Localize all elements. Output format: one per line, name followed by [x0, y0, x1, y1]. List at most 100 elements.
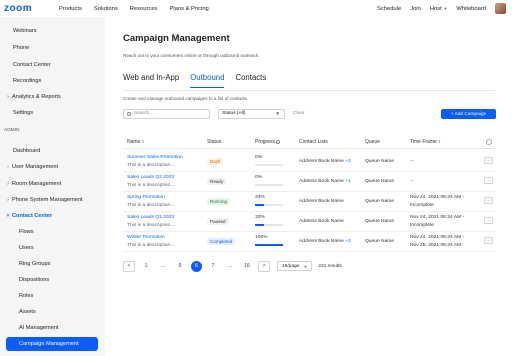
sidebar-item-label: Webinars: [13, 28, 37, 34]
nav-host[interactable]: Host ▼: [430, 6, 448, 12]
avatar[interactable]: [495, 3, 506, 14]
campaign-description: This is a description....: [127, 183, 176, 188]
sidebar-item-room-management[interactable]: › Room Management: [0, 177, 105, 191]
table-row[interactable]: Spring Promotion This is a description...…: [123, 192, 495, 212]
sidebar-item-settings[interactable]: Settings: [0, 106, 105, 120]
sidebar-item-analytics-reports[interactable]: › Analytics & Reports: [0, 90, 105, 104]
table-row[interactable]: Sales Leads Q1 2023 This is a description…: [123, 212, 495, 232]
pagination-ellipsis: ...: [227, 263, 233, 269]
page-number-button[interactable]: 7: [207, 261, 219, 272]
nav-solutions[interactable]: Solutions: [94, 6, 118, 12]
sidebar-item-label: Ring Groups: [19, 261, 51, 267]
contact-list-cell: Address Book Name +1: [299, 179, 351, 184]
main-content: Campaign Management Reach out to your co…: [105, 17, 512, 356]
sidebar-item-assets[interactable]: Assets: [0, 305, 105, 319]
zoom-logo[interactable]: zoom: [4, 3, 59, 14]
queue-cell: Queue Name: [365, 179, 395, 184]
sidebar-item-users[interactable]: Users: [0, 241, 105, 255]
campaign-description: This is a description....: [127, 203, 176, 208]
tab-web-in-app[interactable]: Web and In-App: [123, 73, 179, 88]
more-options-icon[interactable]: …: [484, 177, 493, 184]
sidebar-item-recordings[interactable]: Recordings: [0, 74, 105, 88]
chevron-down-icon: ▼: [303, 263, 308, 269]
progress-text: 100%: [255, 235, 268, 240]
time-frame-end: Incomplete: [410, 203, 434, 208]
campaign-name-link[interactable]: Winter Promotion: [127, 235, 165, 240]
nav-whiteboard[interactable]: Whiteboard: [456, 6, 486, 12]
column-header-time-frame[interactable]: Time Frame⇕: [410, 139, 441, 145]
table-row[interactable]: Sales Leads Q2 2023 This is a description…: [123, 172, 495, 192]
campaign-name-link[interactable]: Summer Sales Promotion: [127, 155, 183, 160]
search-input[interactable]: Search...: [123, 109, 210, 119]
sidebar-item-phone[interactable]: Phone: [0, 41, 105, 55]
more-options-icon[interactable]: …: [484, 217, 493, 224]
top-nav: zoom Products Solutions Resources Plans …: [0, 0, 512, 17]
status-filter-select[interactable]: Status (All) ▼: [218, 109, 285, 119]
clear-button[interactable]: Clear: [293, 111, 304, 116]
more-options-icon[interactable]: …: [484, 197, 493, 204]
add-campaign-button[interactable]: + Add Campaign: [441, 109, 496, 119]
status-badge: Running: [207, 198, 231, 205]
contact-list-more-link[interactable]: +1: [345, 179, 351, 184]
sidebar-item-ai-management[interactable]: AI Management: [0, 321, 105, 335]
sidebar-item-phone-system-management[interactable]: › Phone System Management: [0, 193, 105, 207]
tab-contacts[interactable]: Contacts: [235, 73, 266, 88]
sidebar-item-label: Contact Center: [12, 213, 53, 219]
nav-resources[interactable]: Resources: [130, 6, 158, 12]
sort-icon: ⇕: [437, 139, 442, 144]
progress-text: 0%: [255, 175, 263, 180]
sidebar-item-user-management[interactable]: › User Management: [0, 160, 105, 174]
contact-list-cell: Address Book Name: [299, 199, 344, 204]
sidebar-item-roles[interactable]: Roles: [0, 289, 105, 303]
next-page-button[interactable]: >: [258, 260, 270, 272]
sidebar-item-dashboard[interactable]: Dashboard: [0, 144, 105, 158]
page-number-button[interactable]: 6: [191, 260, 202, 272]
campaign-name-link[interactable]: Sales Leads Q2 2023: [127, 175, 174, 180]
sidebar-item-campaign-management[interactable]: Campaign Management: [6, 337, 98, 351]
more-options-icon[interactable]: …: [484, 157, 493, 164]
progress-fill: [255, 204, 265, 206]
prev-page-button[interactable]: <: [123, 260, 135, 272]
nav-products[interactable]: Products: [59, 6, 82, 12]
table-row[interactable]: Summer Sales Promotion This is a descript…: [123, 152, 495, 172]
nav-schedule[interactable]: Schedule: [377, 6, 401, 12]
sidebar-item-contact-center[interactable]: Contact Center: [0, 58, 105, 72]
contact-list-more-link[interactable]: +2: [345, 239, 351, 244]
page-number-button[interactable]: 5: [174, 261, 186, 272]
gear-icon[interactable]: [486, 139, 492, 145]
info-icon[interactable]: [276, 139, 281, 144]
sidebar-item-flows[interactable]: Flows: [0, 225, 105, 239]
sidebar-item-label: Contact Center: [13, 62, 51, 68]
page-number-button[interactable]: 1: [140, 261, 152, 272]
page-size-select[interactable]: 15/page ▼: [277, 261, 313, 271]
sidebar-item-label: Assets: [19, 309, 36, 315]
page-number-button[interactable]: 16: [241, 261, 253, 272]
nav-plans-pricing[interactable]: Plans & Pricing: [169, 6, 208, 12]
status-filter-value: Status (All): [222, 111, 246, 116]
campaign-name-link[interactable]: Sales Leads Q1 2023: [127, 215, 174, 220]
results-count: 221 results: [318, 263, 342, 269]
sidebar-item-dispositions[interactable]: Dispositions: [0, 273, 105, 287]
search-icon: [127, 111, 131, 116]
sidebar-item-webinars[interactable]: Webinars: [0, 24, 105, 38]
tab-description: Create and manage outbound campaigns to …: [123, 96, 249, 101]
sidebar-item-contact-center[interactable]: ˅ Contact Center: [0, 209, 105, 223]
column-header-name[interactable]: Name⇕: [127, 139, 145, 145]
tab-outbound[interactable]: Outbound: [190, 73, 225, 88]
table-row[interactable]: Winter Promotion This is a description...…: [123, 232, 495, 252]
progress-text: 0%: [255, 155, 263, 160]
column-header-contact-lists: Contact Lists: [299, 139, 328, 145]
contact-list-more-link[interactable]: +2: [345, 159, 351, 164]
campaign-name-link[interactable]: Spring Promotion: [127, 195, 165, 200]
contact-list-cell: Address Book Name +2: [299, 159, 351, 164]
nav-right: Schedule Join Host ▼ Whiteboard: [377, 0, 506, 17]
pagination: <1... 5 6 7... 16 >15/page ▼ 221 results: [123, 260, 342, 272]
pagination-ellipsis: ...: [160, 263, 166, 269]
sort-icon: ⇕: [141, 139, 145, 144]
sidebar-item-ring-groups[interactable]: Ring Groups: [0, 257, 105, 271]
more-options-icon[interactable]: …: [484, 237, 493, 244]
page-size-value: 15/page: [282, 263, 300, 269]
queue-cell: Queue Name: [365, 159, 395, 164]
nav-join[interactable]: Join: [410, 6, 421, 12]
progress-bar: [255, 184, 283, 186]
